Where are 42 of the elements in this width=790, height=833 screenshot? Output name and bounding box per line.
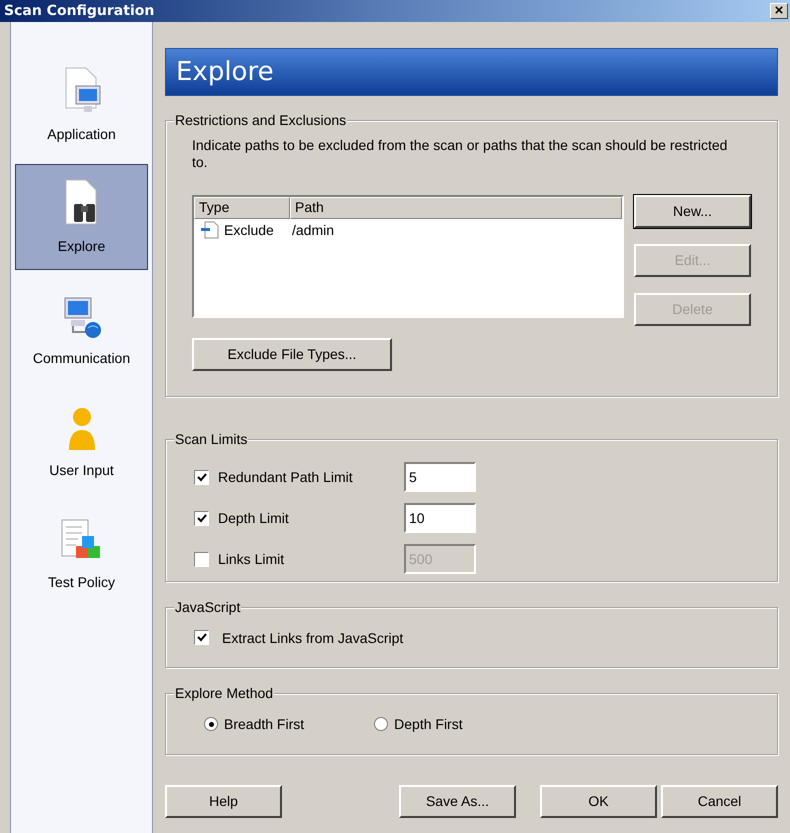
checkbox-label: Extract Links from JavaScript bbox=[222, 628, 404, 648]
table-cell-text: Exclude bbox=[224, 220, 274, 240]
description-text: Indicate paths to be excluded from the scan or paths that the scan should be restricted to. bbox=[192, 137, 728, 171]
checkmark-icon bbox=[196, 514, 206, 522]
limit-field[interactable]: 5 bbox=[404, 462, 476, 492]
dialog-button[interactable]: OK bbox=[540, 785, 657, 818]
sidebar-item[interactable]: Test Policy bbox=[15, 500, 148, 606]
sidebar-label: User Input bbox=[49, 461, 114, 480]
sidebar-label: Test Policy bbox=[48, 573, 115, 592]
radio-label: Breadth First bbox=[224, 714, 304, 734]
sidebar-item[interactable]: Explore bbox=[15, 164, 148, 270]
exclude-file-types-button[interactable]: Exclude File Types... bbox=[192, 338, 392, 371]
dialog-button[interactable]: Help bbox=[165, 785, 282, 818]
sidebar-item[interactable]: Communication bbox=[15, 276, 148, 382]
checkbox[interactable] bbox=[194, 552, 209, 566]
radio-button[interactable] bbox=[204, 717, 218, 731]
checkmark-icon bbox=[196, 472, 206, 482]
checkbox[interactable] bbox=[194, 630, 209, 645]
window-title: Scan Configuration bbox=[4, 2, 154, 20]
checkmark-icon bbox=[196, 633, 206, 642]
checkbox-label: Redundant Path Limit bbox=[218, 468, 354, 486]
column-header[interactable]: Path bbox=[290, 197, 622, 219]
sidebar-label: Explore bbox=[58, 237, 106, 256]
limit-field[interactable]: 10 bbox=[404, 503, 476, 533]
radio-button[interactable] bbox=[374, 717, 388, 731]
sidebar-item[interactable]: User Input bbox=[15, 388, 148, 494]
checkbox[interactable] bbox=[194, 510, 209, 526]
column-header[interactable]: Type bbox=[194, 197, 290, 219]
sidebar-label: Application bbox=[47, 125, 116, 144]
checkbox-label: Depth Limit bbox=[218, 508, 290, 528]
document-minus-icon bbox=[200, 221, 220, 239]
dialog-button[interactable]: Cancel bbox=[661, 785, 778, 818]
action-button[interactable]: New... bbox=[634, 195, 751, 228]
close-button[interactable]: × bbox=[770, 3, 788, 19]
sidebar-item[interactable]: Application bbox=[15, 52, 148, 158]
header-title: Explore bbox=[176, 56, 274, 88]
radio-label: Depth First bbox=[394, 714, 463, 734]
table-cell-text: /admin bbox=[291, 220, 334, 240]
dialog-button[interactable]: Save As... bbox=[399, 785, 516, 818]
checkbox[interactable] bbox=[194, 470, 209, 484]
sidebar-label: Communication bbox=[32, 349, 130, 368]
checkbox-label: Links Limit bbox=[218, 550, 286, 568]
